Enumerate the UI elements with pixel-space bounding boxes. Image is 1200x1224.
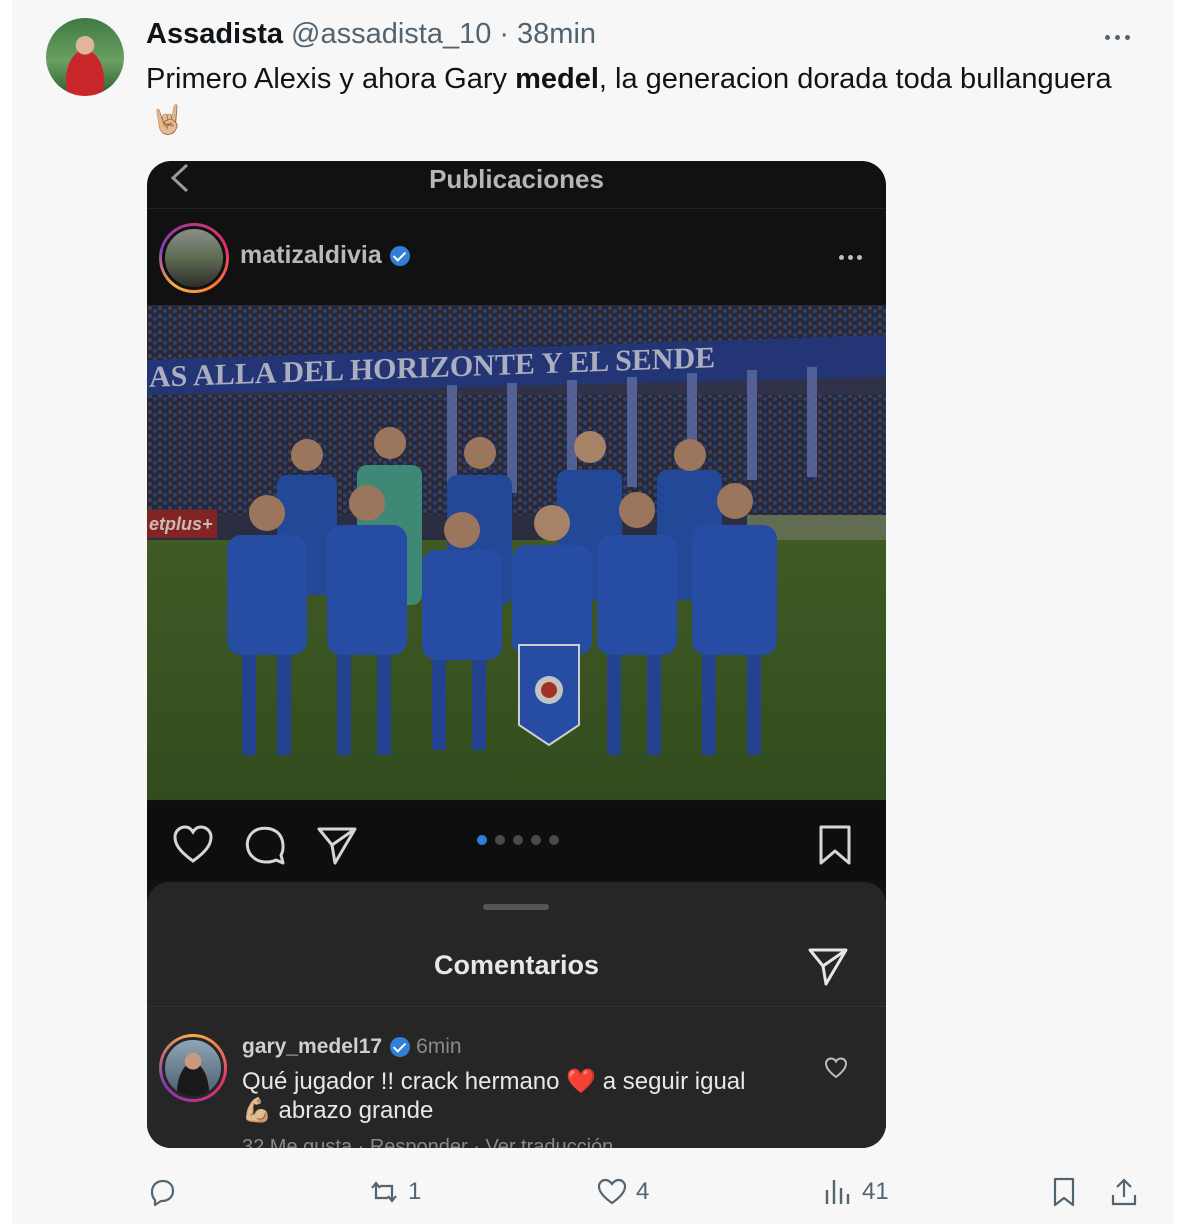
commenter-verified-icon — [390, 1037, 411, 1058]
comment-meta-cutoff: 32 Me gusta · Responder · Ver traducción — [242, 1136, 614, 1148]
sheet-divider — [147, 1006, 886, 1007]
tweet-timestamp[interactable]: 38min — [517, 18, 596, 51]
ig-topbar: Publicaciones — [147, 161, 886, 209]
ig-post-header: matizaldivia — [147, 211, 886, 305]
tweet-card[interactable]: Assadista @assadista_10 · 38min Primero … — [12, 0, 1174, 1224]
reply-button[interactable] — [146, 1172, 186, 1212]
rock-hand-emoji: 🤘🏼 — [150, 104, 185, 135]
ig-share-icon — [317, 827, 357, 865]
views-count: 41 — [862, 1178, 889, 1205]
attached-image[interactable]: Publicaciones matizaldivia AS ALLA DEL H… — [147, 161, 886, 1148]
views-icon — [825, 1180, 850, 1204]
comment-line-2: 💪🏼 abrazo grande — [242, 1097, 434, 1124]
ig-page-title: Publicaciones — [429, 164, 604, 194]
comment-text: Qué jugador !! crack hermano ❤️ a seguir… — [242, 1067, 822, 1125]
retweet-icon — [371, 1181, 397, 1203]
bookmark-icon — [1053, 1177, 1075, 1207]
ig-user-avatar — [159, 223, 229, 293]
commenter-info: gary_medel17 6min — [242, 1035, 462, 1059]
bookmark-button[interactable] — [1048, 1172, 1080, 1212]
comments-sheet: Comentarios gary_medel17 6min Qué jugador… — [147, 882, 886, 1148]
header-separator: · — [499, 18, 510, 50]
tweet-action-bar: 1 4 41 — [146, 1168, 1156, 1216]
author-display-name[interactable]: Assadista — [146, 18, 283, 51]
comment-line-1: Qué jugador !! crack hermano ❤️ a seguir… — [242, 1068, 746, 1095]
tweet-text-end: , la generacion dorada toda bullanguera — [598, 63, 1112, 95]
author-avatar[interactable] — [46, 18, 124, 96]
comment-like-icon — [824, 1057, 848, 1079]
comment-time: 6min — [416, 1035, 462, 1058]
sheet-drag-handle — [483, 904, 549, 910]
ig-comment-icon — [245, 826, 285, 865]
sheet-send-icon — [808, 948, 848, 986]
tweet-text-start: Primero Alexis y ahora Gary — [146, 63, 516, 95]
author-handle[interactable]: @assadista_10 — [291, 18, 491, 51]
verified-badge-icon — [389, 246, 410, 267]
retweet-count: 1 — [408, 1178, 422, 1205]
tweet-header: Assadista @assadista_10 · 38min — [146, 18, 596, 58]
like-count: 4 — [636, 1178, 650, 1205]
comments-title: Comentarios — [433, 950, 600, 980]
tweet-text-bold: medel — [515, 63, 599, 95]
ig-username: matizaldivia — [240, 241, 410, 270]
commenter-avatar — [159, 1034, 227, 1102]
like-button[interactable]: 4 — [596, 1172, 649, 1212]
team-photo: AS ALLA DEL HORIZONTE Y EL SENDE etplus+ — [147, 305, 886, 800]
reply-icon — [150, 1179, 175, 1207]
views-button[interactable]: 41 — [822, 1172, 889, 1212]
ig-like-icon — [173, 825, 213, 863]
ig-more-icon — [839, 255, 862, 260]
tweet-text: Primero Alexis y ahora Gary medel, la ge… — [146, 60, 1146, 98]
share-icon — [1111, 1178, 1137, 1206]
ig-save-icon — [819, 825, 851, 865]
carousel-indicator — [477, 835, 559, 845]
more-options-button[interactable] — [1100, 28, 1134, 46]
share-button[interactable] — [1108, 1172, 1140, 1212]
commenter-username: gary_medel17 — [242, 1035, 383, 1058]
heart-icon — [597, 1178, 627, 1205]
retweet-button[interactable]: 1 — [368, 1172, 421, 1212]
